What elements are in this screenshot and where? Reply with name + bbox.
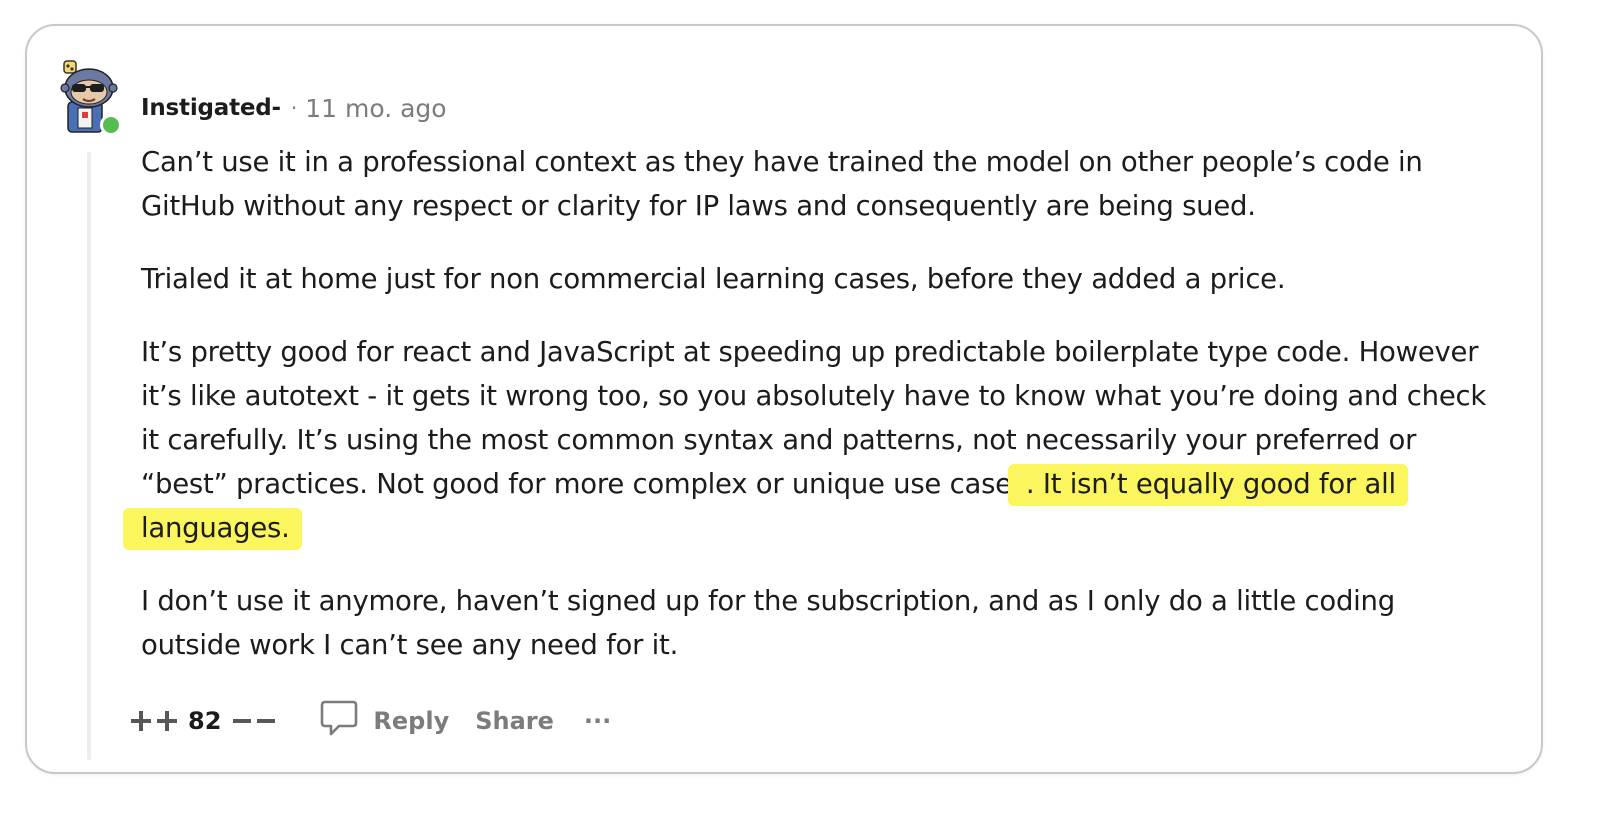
comment-paragraph: Can’t use it in a professional context a… — [141, 140, 1501, 228]
comment-paragraph: Trialed it at home just for non commerci… — [141, 257, 1501, 301]
online-status-icon — [100, 114, 122, 136]
downvote-minus-icon[interactable] — [231, 709, 281, 733]
share-button[interactable]: Share — [475, 707, 554, 735]
reply-button[interactable]: Reply — [319, 698, 449, 744]
reply-label: Reply — [373, 707, 450, 735]
more-options-button[interactable]: ··· — [584, 707, 611, 735]
comment-paragraph: I don’t use it anymore, haven’t signed u… — [141, 579, 1501, 667]
comment-actions: 82 Reply Share ··· — [130, 696, 611, 746]
vote-score: 82 — [188, 707, 222, 735]
paragraph-text: Trialed it at home just for non commerci… — [141, 263, 1286, 295]
paragraph-text: I don’t use it anymore, haven’t signed u… — [141, 585, 1395, 661]
share-label: Share — [475, 707, 554, 735]
comment-paragraph: It’s pretty good for react and JavaScrip… — [141, 330, 1501, 550]
paragraph-text: Can’t use it in a professional context a… — [141, 146, 1423, 222]
meta-separator: · — [290, 96, 298, 120]
more-dots-icon: ··· — [583, 707, 612, 735]
comment-body: Can’t use it in a professional context a… — [141, 140, 1501, 696]
comment-bubble-icon — [319, 698, 359, 744]
username-link[interactable]: Instigated- — [141, 95, 281, 121]
comment-meta: Instigated- · 11 mo. ago — [141, 92, 447, 124]
upvote-plus-icon[interactable] — [130, 709, 180, 733]
timestamp[interactable]: 11 mo. ago — [305, 94, 446, 123]
thread-line[interactable] — [87, 152, 91, 760]
